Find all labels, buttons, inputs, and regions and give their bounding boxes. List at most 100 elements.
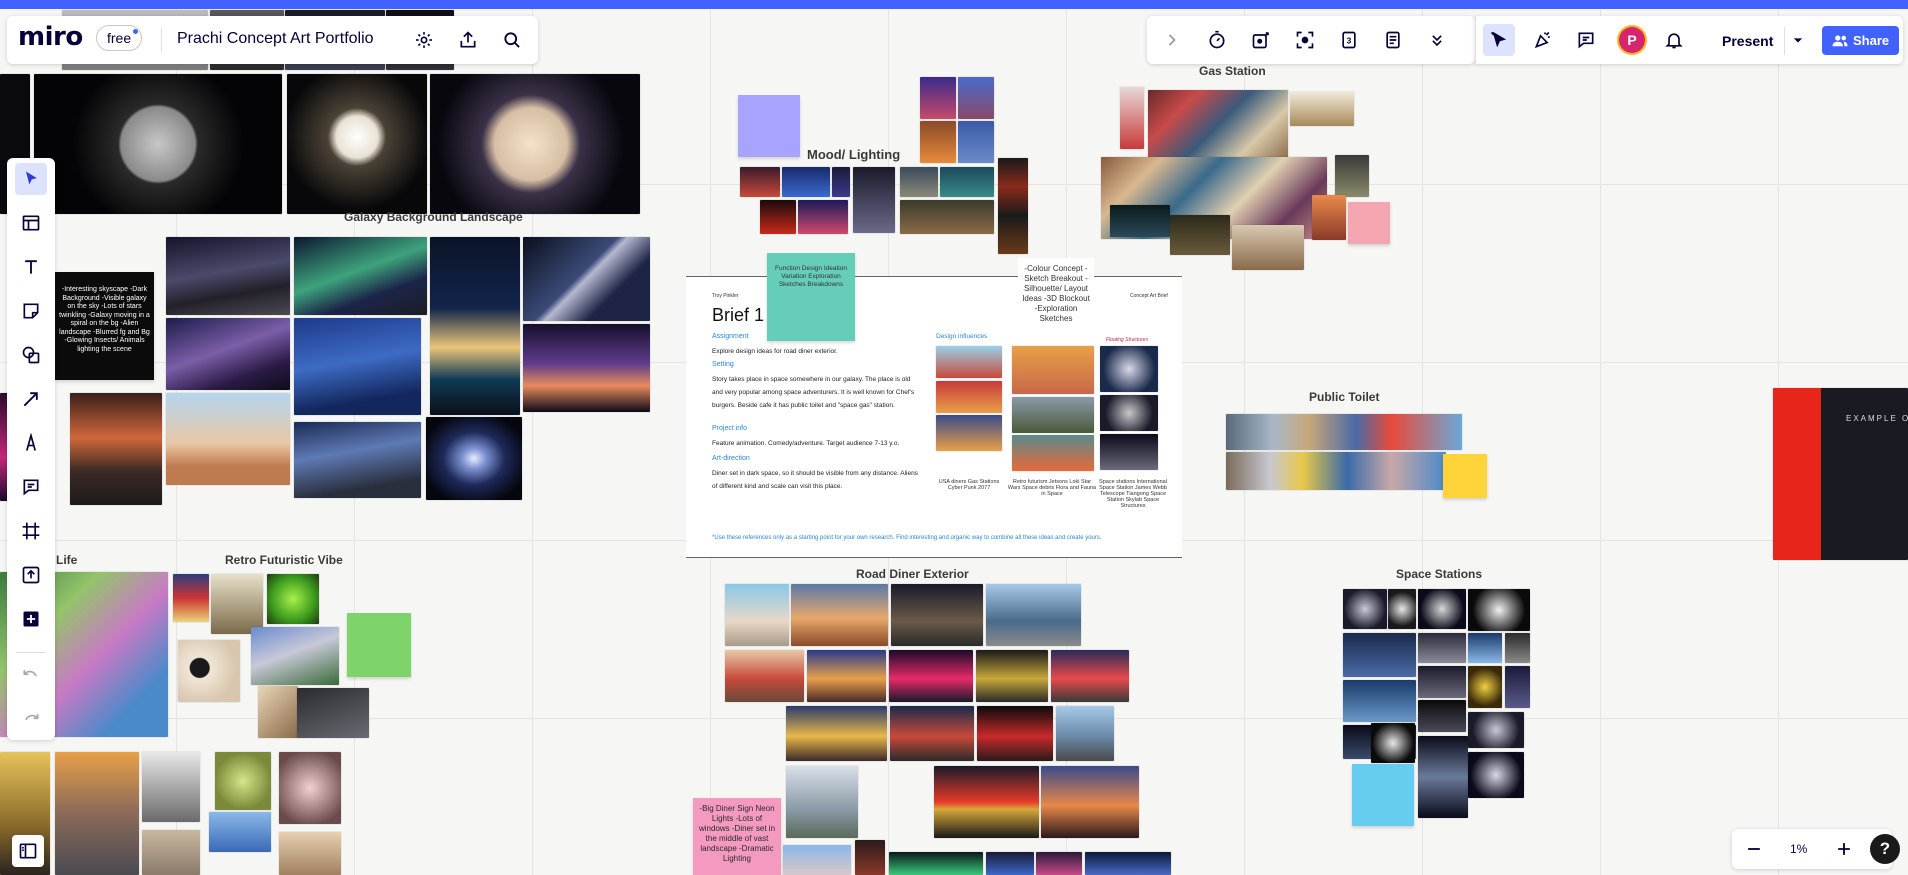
moon-image[interactable] [34, 74, 282, 214]
text-tool[interactable] [15, 251, 47, 283]
retro-image[interactable] [251, 627, 339, 685]
galaxy-image[interactable] [294, 318, 421, 415]
board-title[interactable]: Prachi Concept Art Portfolio [177, 30, 374, 48]
frame-title-retro[interactable]: Retro Futuristic Vibe [225, 553, 343, 567]
collapse-toolbar-button[interactable] [1156, 24, 1188, 56]
mood-image[interactable] [832, 167, 850, 197]
diner-image[interactable] [725, 584, 789, 646]
diner-image[interactable] [1036, 852, 1082, 875]
diner-image[interactable] [1041, 766, 1139, 838]
frame-title-diner[interactable]: Road Diner Exterior [856, 567, 969, 581]
frame-title-gas[interactable]: Gas Station [1199, 64, 1266, 78]
sticky-note-mood[interactable] [738, 95, 800, 157]
pen-tool[interactable] [15, 427, 47, 459]
toilet-image[interactable] [1226, 414, 1462, 450]
diner-image[interactable] [791, 584, 888, 646]
upload-tool[interactable] [15, 559, 47, 591]
galaxy-image[interactable] [426, 417, 522, 500]
alien-image[interactable] [215, 752, 271, 810]
notes-button[interactable] [1377, 24, 1409, 56]
galaxy-image[interactable] [166, 393, 290, 485]
galaxy-image[interactable] [523, 237, 650, 321]
moon-image[interactable] [287, 74, 427, 214]
diner-image[interactable] [976, 650, 1048, 702]
mood-image[interactable] [782, 167, 830, 197]
space-station-image[interactable] [1468, 633, 1502, 663]
diner-image[interactable] [725, 650, 804, 702]
space-station-image[interactable] [1418, 589, 1466, 629]
galaxy-image[interactable] [294, 422, 421, 498]
diner-image[interactable] [889, 650, 973, 702]
space-station-image[interactable] [1418, 666, 1466, 698]
diner-image[interactable] [783, 845, 851, 875]
mood-image[interactable] [958, 77, 994, 119]
mood-image[interactable] [940, 167, 994, 197]
miro-logo[interactable]: miro [18, 22, 83, 52]
alien-image[interactable] [209, 812, 271, 852]
alien-image[interactable] [142, 752, 200, 822]
mood-image[interactable] [958, 121, 994, 163]
mood-image[interactable] [798, 200, 848, 234]
present-options-button[interactable] [1786, 24, 1810, 56]
comments-button[interactable] [1570, 24, 1602, 56]
zoom-level[interactable]: 1% [1790, 842, 1807, 856]
retro-image[interactable] [258, 686, 298, 738]
diner-image[interactable] [934, 766, 1039, 838]
gas-station-image[interactable] [1170, 215, 1230, 255]
templates-tool[interactable] [15, 207, 47, 239]
sticky-note-concept[interactable]: -Colour Concept -Sketch Breakout -Silhou… [1018, 258, 1094, 334]
gas-station-image[interactable] [1232, 225, 1304, 270]
board-settings-button[interactable] [408, 24, 440, 56]
diner-image[interactable] [855, 840, 885, 875]
mood-image[interactable] [900, 200, 994, 234]
plan-badge[interactable]: free [96, 25, 143, 51]
sticky-note-teal[interactable]: Function Design Ideation Variation Explo… [767, 253, 855, 341]
frame-tool[interactable] [15, 515, 47, 547]
help-button[interactable]: ? [1870, 834, 1900, 864]
sticky-note-retro[interactable] [347, 613, 411, 677]
focus-frame-button[interactable] [1289, 24, 1321, 56]
retro-image[interactable] [173, 574, 209, 622]
space-station-image[interactable] [1418, 633, 1466, 663]
diner-image[interactable] [786, 766, 858, 838]
undo-button[interactable] [15, 660, 47, 692]
space-station-image[interactable] [1343, 589, 1387, 629]
mood-image[interactable] [760, 200, 796, 234]
more-tools-button[interactable] [1421, 24, 1453, 56]
select-tool[interactable] [15, 163, 47, 195]
mood-image[interactable] [998, 158, 1028, 254]
diner-image[interactable] [986, 852, 1034, 875]
diner-image[interactable] [786, 706, 887, 761]
share-button[interactable]: Share [1822, 26, 1899, 55]
space-station-image[interactable] [1468, 712, 1524, 748]
mood-image[interactable] [920, 77, 956, 119]
galaxy-image[interactable] [70, 393, 162, 505]
diner-image[interactable] [891, 584, 983, 646]
space-station-image[interactable] [1468, 589, 1530, 631]
voting-button[interactable] [1245, 24, 1277, 56]
export-button[interactable] [452, 24, 484, 56]
retro-image[interactable] [267, 574, 319, 624]
diner-image[interactable] [890, 706, 974, 761]
sticky-note-diner[interactable]: -Big Diner Sign Neon Lights -Lots of win… [693, 798, 781, 875]
gas-station-image[interactable] [1120, 87, 1144, 149]
diner-image[interactable] [1085, 852, 1171, 875]
connector-tool[interactable] [15, 383, 47, 415]
galaxy-image[interactable] [166, 237, 290, 315]
timer-button[interactable] [1201, 24, 1233, 56]
frame-title-life[interactable]: Life [56, 553, 77, 567]
galaxy-image[interactable] [166, 318, 290, 390]
space-station-image[interactable] [1418, 736, 1468, 818]
avatar[interactable]: P [1619, 27, 1645, 53]
more-tools[interactable] [15, 603, 47, 635]
frames-panel-button[interactable] [12, 835, 44, 867]
redo-button[interactable] [15, 704, 47, 736]
galaxy-image[interactable] [523, 324, 650, 412]
gas-station-image[interactable] [1110, 205, 1170, 237]
diner-image[interactable] [986, 584, 1081, 646]
search-button[interactable] [496, 24, 528, 56]
frame-title-toilet[interactable]: Public Toilet [1309, 390, 1379, 404]
space-station-image[interactable] [1371, 723, 1415, 763]
gas-station-image[interactable] [1335, 155, 1369, 197]
alien-image[interactable] [279, 752, 341, 824]
